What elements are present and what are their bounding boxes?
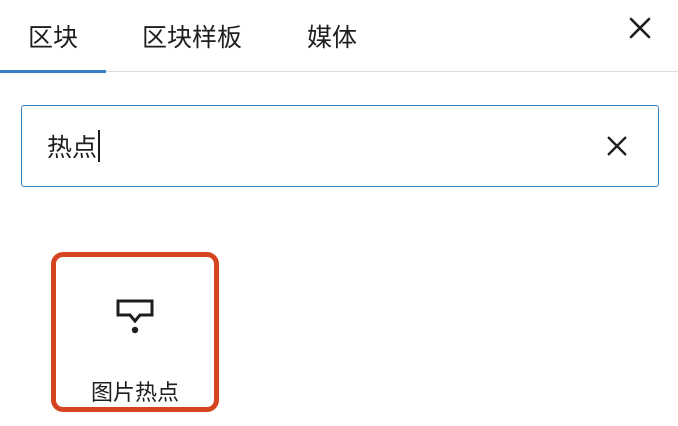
search-input[interactable]: 热点 xyxy=(47,106,101,186)
clear-search-button[interactable] xyxy=(598,127,636,165)
close-icon xyxy=(629,17,651,39)
tab-media-label: 媒体 xyxy=(306,23,357,52)
search-field[interactable]: 热点 xyxy=(21,105,659,187)
text-caret xyxy=(98,130,101,162)
block-inserter-panel: 区块 区块样板 媒体 热点 图片热点 xyxy=(0,0,678,426)
tab-blocks[interactable]: 区块 xyxy=(0,0,106,73)
tab-patterns[interactable]: 区块样板 xyxy=(130,0,254,72)
hotspot-icon xyxy=(116,299,154,334)
close-icon xyxy=(607,136,627,156)
close-button[interactable] xyxy=(620,8,660,48)
block-result-label: 图片热点 xyxy=(90,381,179,406)
search-input-value: 热点 xyxy=(47,133,98,162)
inserter-tabs: 区块 区块样板 媒体 xyxy=(0,0,678,73)
block-result-image-hotspot[interactable]: 图片热点 xyxy=(51,252,219,412)
tab-patterns-label: 区块样板 xyxy=(141,23,242,52)
tab-media[interactable]: 媒体 xyxy=(294,0,370,72)
tab-blocks-label: 区块 xyxy=(27,23,78,52)
